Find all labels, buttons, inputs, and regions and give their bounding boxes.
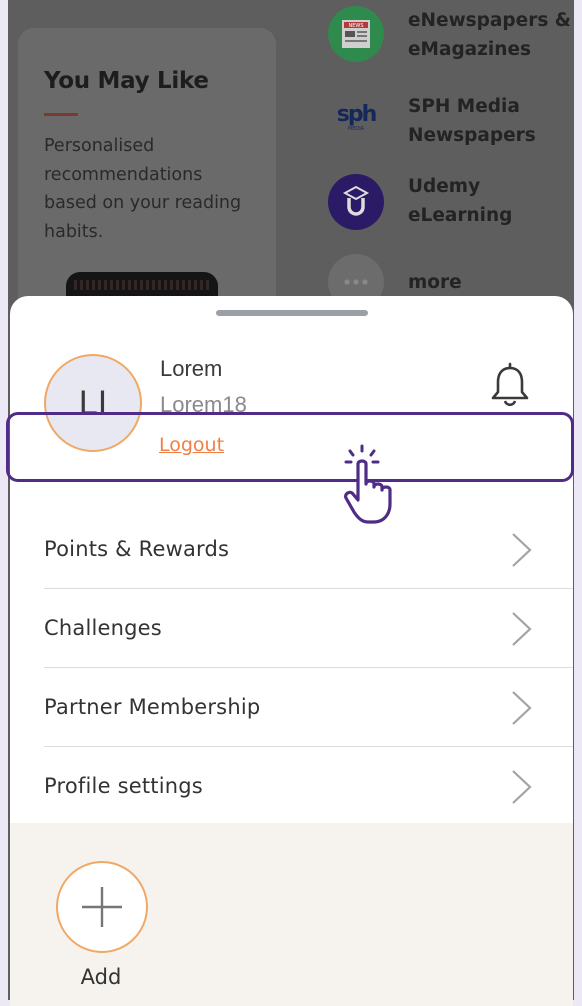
drag-handle[interactable] xyxy=(216,310,368,316)
menu-item-label: Challenges xyxy=(44,616,162,640)
profile-menu: Points & Rewards Challenges Partner Memb… xyxy=(44,510,573,826)
profile-bottom-sheet: LI Lorem Lorem18 Logout Points & Rewards… xyxy=(10,296,573,1006)
app-label: Udemy eLearning xyxy=(408,176,513,226)
title-underline xyxy=(44,113,78,116)
menu-item-points-rewards[interactable]: Points & Rewards xyxy=(44,510,573,589)
menu-item-label: Points & Rewards xyxy=(44,537,230,561)
logout-highlight-box xyxy=(6,412,574,482)
chevron-right-icon xyxy=(512,770,532,804)
udemy-logo xyxy=(328,174,384,230)
plus-icon xyxy=(82,887,122,927)
sph-media-logo: sph MEDIA xyxy=(336,102,377,132)
menu-item-challenges[interactable]: Challenges xyxy=(44,589,573,668)
menu-item-label: Profile settings xyxy=(44,774,203,798)
svg-text:NEWS: NEWS xyxy=(348,23,363,29)
app-label: SPH Media Newspapers xyxy=(408,96,536,146)
newspaper-icon: NEWS xyxy=(328,6,384,62)
user-name: Lorem xyxy=(160,356,223,381)
menu-item-partner-membership[interactable]: Partner Membership xyxy=(44,668,573,747)
app-label: eNewspapers & eMagazines xyxy=(408,10,571,60)
you-may-like-title: You May Like xyxy=(44,68,209,94)
bell-icon[interactable] xyxy=(488,362,532,410)
menu-item-profile-settings[interactable]: Profile settings xyxy=(44,747,573,826)
app-label: more xyxy=(408,272,462,293)
chevron-right-icon xyxy=(512,612,532,646)
hand-pointer-icon xyxy=(344,444,392,524)
add-label: Add xyxy=(80,965,122,989)
chevron-right-icon xyxy=(512,691,532,725)
menu-item-label: Partner Membership xyxy=(44,695,261,719)
chevron-right-icon xyxy=(512,533,532,567)
add-button[interactable] xyxy=(56,861,148,953)
sheet-footer: Add xyxy=(10,823,573,1006)
you-may-like-description: Personalised recommendations based on yo… xyxy=(44,136,242,242)
